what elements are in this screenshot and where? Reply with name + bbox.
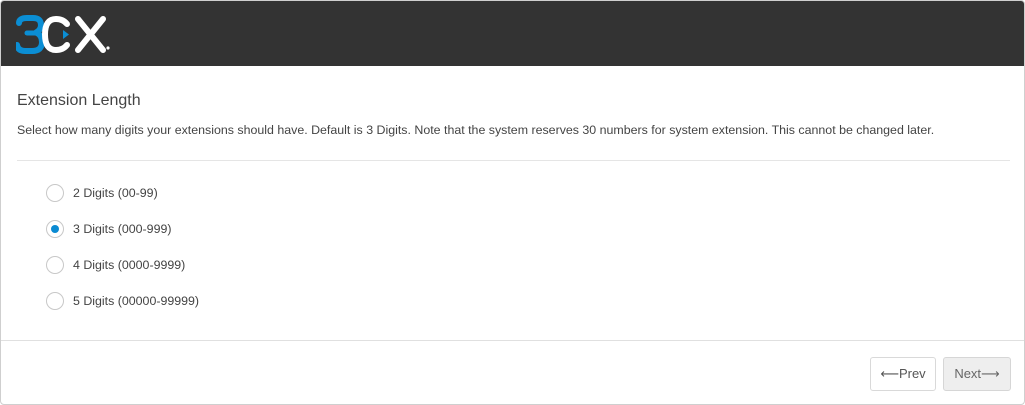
- page-description: Select how many digits your extensions s…: [17, 123, 935, 137]
- section-divider: [17, 160, 1010, 161]
- option-2-digits[interactable]: 2 Digits (00-99): [46, 182, 158, 204]
- footer-divider: [1, 340, 1024, 341]
- header-bar: [1, 1, 1024, 66]
- radio-button-2-digits[interactable]: [46, 184, 64, 202]
- setup-wizard-window: Extension Length Select how many digits …: [0, 0, 1025, 405]
- 3cx-logo-icon: [16, 15, 110, 54]
- prev-button[interactable]: ⟵Prev: [870, 357, 936, 391]
- option-label: 2 Digits (00-99): [73, 186, 158, 200]
- option-label: 4 Digits (0000-9999): [73, 258, 186, 272]
- option-3-digits[interactable]: 3 Digits (000-999): [46, 218, 171, 240]
- option-4-digits[interactable]: 4 Digits (0000-9999): [46, 254, 185, 276]
- radio-button-3-digits[interactable]: [46, 220, 64, 238]
- 3cx-logo: [16, 15, 112, 55]
- page-title: Extension Length: [17, 92, 141, 109]
- next-button[interactable]: Next⟶: [943, 357, 1011, 391]
- radio-button-4-digits[interactable]: [46, 256, 64, 274]
- option-5-digits[interactable]: 5 Digits (00000-99999): [46, 290, 199, 312]
- radio-button-5-digits[interactable]: [46, 292, 64, 310]
- option-label: 3 Digits (000-999): [73, 222, 172, 236]
- option-label: 5 Digits (00000-99999): [73, 294, 200, 308]
